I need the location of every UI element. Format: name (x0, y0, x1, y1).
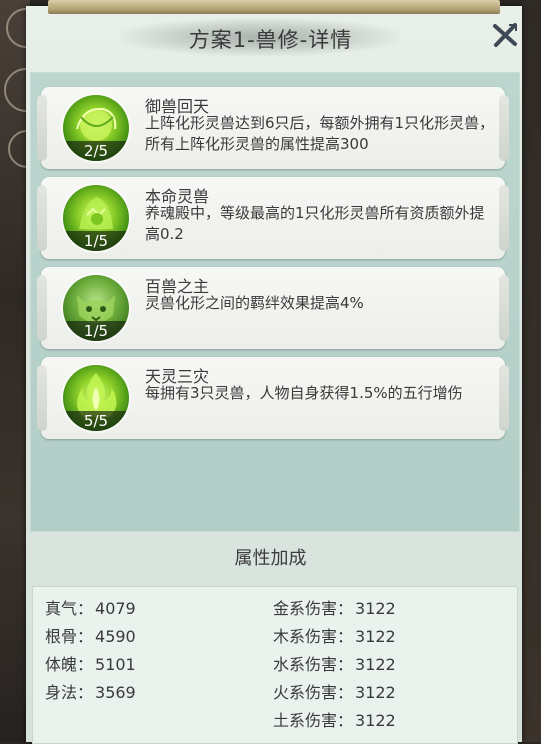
skill-card-baishou-zhizhu[interactable]: 1/5 百兽之主 灵兽化形之间的羁绊效果提高4% (37, 267, 509, 349)
attr-value: 4590 (95, 627, 136, 646)
attr-value: 3122 (355, 711, 396, 730)
skill-list[interactable]: 2/5 御兽回天 上阵化形灵兽达到6只后，每额外拥有1只化形灵兽，所有上阵化形灵… (30, 72, 520, 532)
attr-label: 水系伤害： (273, 655, 354, 674)
attr-value: 3122 (355, 599, 396, 618)
skill-level: 5/5 (63, 411, 129, 431)
attr-label: 身法： (45, 683, 94, 702)
attr-value: 3122 (355, 627, 396, 646)
attr-label: 木系伤害： (273, 627, 354, 646)
skill-level: 2/5 (63, 141, 129, 161)
attr-label: 根骨： (45, 627, 94, 646)
attr-wood-damage: 木系伤害： 3122 (273, 623, 396, 647)
attr-value: 3122 (355, 655, 396, 674)
attr-metal-damage: 金系伤害： 3122 (273, 595, 396, 619)
scroll-top-rod (48, 0, 500, 14)
skill-description: 养魂殿中，等级最高的1只化形灵兽所有资质额外提高0.2 (145, 204, 485, 243)
green-beast-orb-icon: 2/5 (63, 95, 129, 161)
green-tiger-head-icon: 1/5 (63, 275, 129, 341)
close-button[interactable] (492, 22, 518, 48)
attr-shenfa: 身法： 3569 (45, 679, 136, 703)
attr-label: 火系伤害： (273, 683, 354, 702)
skill-card-tianling-sanzai[interactable]: 5/5 天灵三灾 每拥有3只灵兽，人物自身获得1.5%的五行增伤 (37, 357, 509, 439)
green-beast-spirit-icon: 1/5 (63, 185, 129, 251)
attr-zhenqi: 真气： 4079 (45, 595, 136, 619)
skill-description: 上阵化形灵兽达到6只后，每额外拥有1只化形灵兽，所有上阵化形灵兽的属性提高300 (145, 114, 495, 153)
skill-description: 灵兽化形之间的羁绊效果提高4% (145, 294, 364, 312)
skill-description: 每拥有3只灵兽，人物自身获得1.5%的五行增伤 (145, 384, 463, 402)
attr-label: 土系伤害： (273, 711, 354, 730)
attr-label: 体魄： (45, 655, 94, 674)
attribute-bonus-box: 真气： 4079 根骨： 4590 体魄： 5101 身法： 3569 金系伤害： 312… (32, 586, 518, 744)
attr-earth-damage: 土系伤害： 3122 (273, 707, 396, 731)
attr-water-damage: 水系伤害： 3122 (273, 651, 396, 675)
green-spirit-flame-icon: 5/5 (63, 365, 129, 431)
attr-value: 5101 (95, 655, 136, 674)
attr-label: 金系伤害： (273, 599, 354, 618)
skill-level: 1/5 (63, 321, 129, 341)
close-icon (493, 23, 517, 47)
attr-value: 3569 (95, 683, 136, 702)
attr-tipo: 体魄： 5101 (45, 651, 136, 675)
skill-card-benming-lingshou[interactable]: 1/5 本命灵兽 养魂殿中，等级最高的1只化形灵兽所有资质额外提高0.2 (37, 177, 509, 259)
attr-value: 3122 (355, 683, 396, 702)
attr-value: 4079 (95, 599, 136, 618)
attr-label: 真气： (45, 599, 94, 618)
attribute-bonus-title: 属性加成 (234, 548, 307, 569)
skill-card-yushou-huitian[interactable]: 2/5 御兽回天 上阵化形灵兽达到6只后，每额外拥有1只化形灵兽，所有上阵化形灵… (37, 87, 509, 169)
skill-level: 1/5 (63, 231, 129, 251)
background-right-edge (522, 0, 541, 742)
attr-gengu: 根骨： 4590 (45, 623, 136, 647)
attr-fire-damage: 火系伤害： 3122 (273, 679, 396, 703)
page-title: 方案1-兽修-详情 (188, 28, 353, 52)
